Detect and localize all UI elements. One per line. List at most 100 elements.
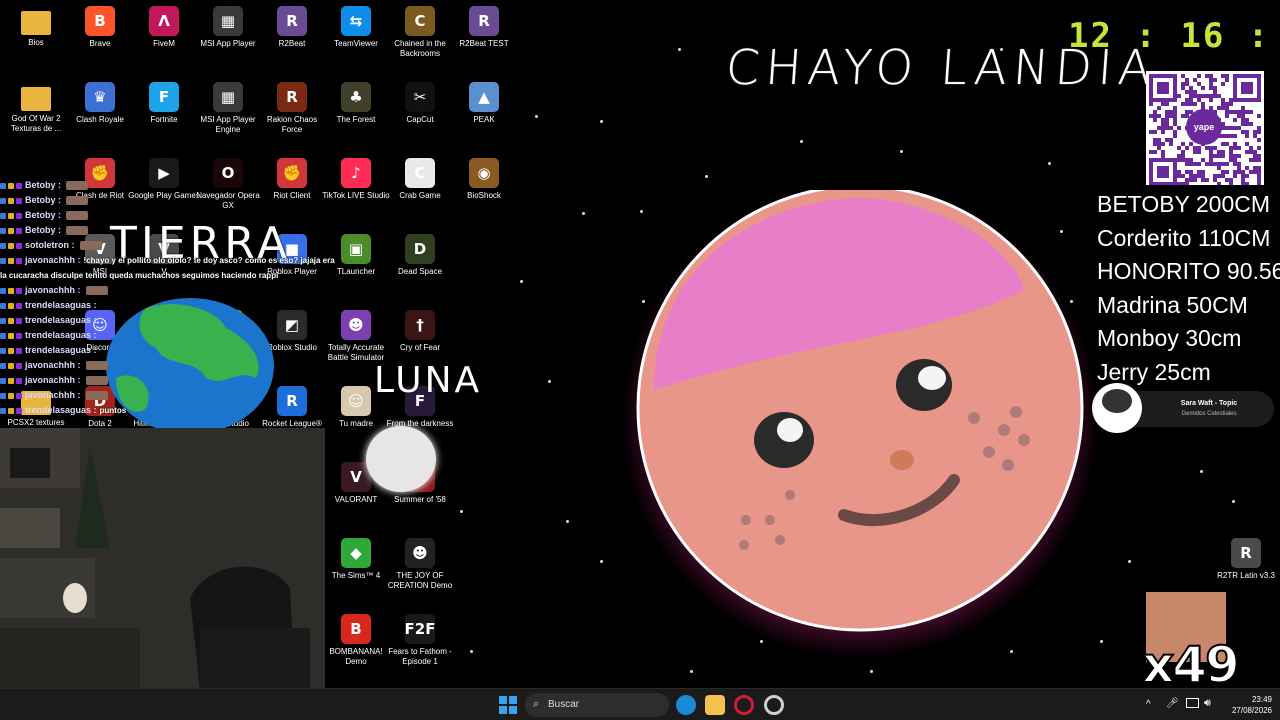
badge-icon — [8, 407, 14, 414]
tray-clock[interactable]: 23:49 27/08/2026 — [1220, 694, 1272, 716]
desktop-icon[interactable]: ♪ TikTok LIVE Studio — [320, 154, 392, 226]
desktop-icon[interactable]: R R2Beat — [256, 2, 328, 74]
badge-icon — [8, 332, 14, 339]
show-hidden-icons-chevron-icon[interactable]: ^ — [1146, 699, 1151, 710]
clash-royale-icon: ♛ — [85, 82, 115, 112]
star — [870, 670, 873, 673]
network-icon[interactable] — [1186, 698, 1199, 708]
brave-icon: B — [85, 6, 115, 36]
badge-icon — [8, 257, 14, 264]
badge-icon — [0, 287, 6, 294]
leaderboard-entry: HONORITO 90.56 — [1097, 258, 1280, 285]
star — [1232, 500, 1235, 503]
desktop-icon-label: BOMBANANA! Demo — [329, 647, 383, 666]
desktop-icon[interactable]: R Rakion Chaos Force — [256, 78, 328, 150]
badge-icon — [0, 377, 6, 384]
desktop-icon[interactable]: B Brave — [64, 2, 136, 74]
leaderboard-entry: Monboy 30cm — [1097, 325, 1242, 352]
volume-icon[interactable]: 🔊︎ — [1204, 697, 1211, 710]
game-icon: F2F — [405, 614, 435, 644]
chat-badges — [0, 287, 22, 294]
bioshock-icon: ◉ — [469, 158, 499, 188]
desktop-icon-label: Fears to Fathom - Episode 1 — [388, 647, 452, 666]
desktop-icon-label: Dead Space — [397, 267, 443, 276]
desktop-icon[interactable]: F2F Fears to Fathom - Episode 1 — [384, 610, 456, 682]
desktop-icon[interactable]: ▦ MSI App Player Engine — [192, 78, 264, 150]
file-explorer-icon[interactable] — [705, 695, 725, 715]
chat-badges — [0, 242, 22, 249]
desktop-icon-label: BioShock — [467, 191, 501, 200]
rakion-icon: R — [277, 82, 307, 112]
star — [1128, 560, 1131, 563]
chat-username: trendelasaguas : — [25, 315, 97, 325]
badge-icon — [16, 197, 22, 204]
desktop-icon[interactable]: ◆ The Sims™ 4 — [320, 534, 392, 606]
chat-username: trendelasaguas : — [25, 300, 97, 310]
badge-icon — [8, 302, 14, 309]
badge-icon — [8, 212, 14, 219]
desktop-icon[interactable]: B BOMBANANA! Demo — [320, 610, 392, 682]
leaderboard-entry: BETOBY 200CM — [1097, 191, 1271, 217]
desktop-icon[interactable]: ☻ THE JOY OF CREATION Demo — [384, 534, 456, 606]
desktop-icon[interactable]: ♛ Clash Royale — [64, 78, 136, 150]
desktop-icon[interactable]: F Fortnite — [128, 78, 200, 150]
emote-icon — [85, 361, 108, 370]
chat-message: trendelasaguas : — [0, 298, 300, 313]
leaderboard: BETOBY 200CM Corderito 110CM HONORITO 90… — [1097, 188, 1280, 390]
chat-message: Betoby : — [0, 223, 300, 238]
now-playing-widget: Sara Waft - Topic Gemidos Celestiales — [1092, 383, 1274, 433]
badge-icon — [8, 242, 14, 249]
desktop: Bios B Brave Λ FiveM ▦ MSI App Player R R2Beat ⇆ T… — [0, 0, 1280, 688]
star — [460, 510, 463, 513]
desktop-icon-label: THE JOY OF CREATION Demo — [387, 571, 453, 590]
msi-app-player-icon: ▦ — [213, 6, 243, 36]
badge-icon — [0, 317, 6, 324]
desktop-icon-label: R2TR Latin v3.3 — [1217, 571, 1275, 580]
emote-icon — [85, 376, 108, 385]
clock-minutes: 16 — [1180, 16, 1226, 56]
desktop-icon[interactable]: Bios — [0, 2, 72, 74]
desktop-icon-label: Clash Royale — [76, 115, 124, 124]
badge-icon — [16, 377, 22, 384]
r2beat-icon: R — [277, 6, 307, 36]
the-forest-icon: ♣ — [341, 82, 371, 112]
obs-icon[interactable] — [764, 695, 784, 715]
edge-icon[interactable] — [676, 695, 696, 715]
chat-username: Betoby : — [25, 225, 61, 235]
microphone-icon[interactable]: 🎤︎ — [1166, 698, 1179, 709]
desktop-icon[interactable]: ▲ PEAK — [448, 78, 520, 150]
desktop-icon[interactable]: ▦ MSI App Player — [192, 2, 264, 74]
badge-icon — [0, 362, 6, 369]
badge-icon — [16, 287, 22, 294]
desktop-icon-label: CapCut — [406, 115, 434, 124]
desktop-icon[interactable]: C Crab Game — [384, 154, 456, 226]
badge-icon — [16, 212, 22, 219]
star — [690, 670, 693, 673]
desktop-icon[interactable]: ◉ BioShock — [448, 154, 520, 226]
chat-badges — [0, 332, 22, 339]
desktop-icon[interactable]: ✂ CapCut — [384, 78, 456, 150]
track-artist: Gemidos Celestiales — [1181, 411, 1237, 417]
chat-badges — [0, 407, 22, 414]
badge-icon — [8, 287, 14, 294]
badge-icon — [0, 197, 6, 204]
desktop-icon[interactable]: God Of War 2 Texturas de ... — [0, 78, 72, 150]
tiktok-icon: ♪ — [341, 158, 371, 188]
desktop-icon[interactable]: ⇆ TeamViewer — [320, 2, 392, 74]
taskbar-search[interactable]: ⌕ Buscar — [525, 693, 669, 717]
desktop-icon[interactable]: C Chained in the Backrooms — [384, 2, 456, 74]
desktop-icon[interactable]: ♣ The Forest — [320, 78, 392, 150]
chat-username: trendelasaguas : — [25, 405, 97, 415]
chat-message: trendelasaguas : puntos — [0, 403, 300, 418]
star — [535, 115, 538, 118]
desktop-icon[interactable]: Λ FiveM — [128, 2, 200, 74]
desktop-icon[interactable]: R R2Beat TEST — [448, 2, 520, 74]
opera-gx-icon[interactable] — [734, 695, 754, 715]
track-title: Sara Waft - Topic — [1180, 400, 1238, 407]
desktop-icon[interactable]: D Dead Space — [384, 230, 456, 302]
badge-icon — [16, 362, 22, 369]
folder-icon — [21, 87, 51, 111]
chat-username: Betoby : — [25, 180, 61, 190]
qr-code: yape — [1146, 71, 1264, 185]
start-button[interactable] — [498, 695, 518, 715]
